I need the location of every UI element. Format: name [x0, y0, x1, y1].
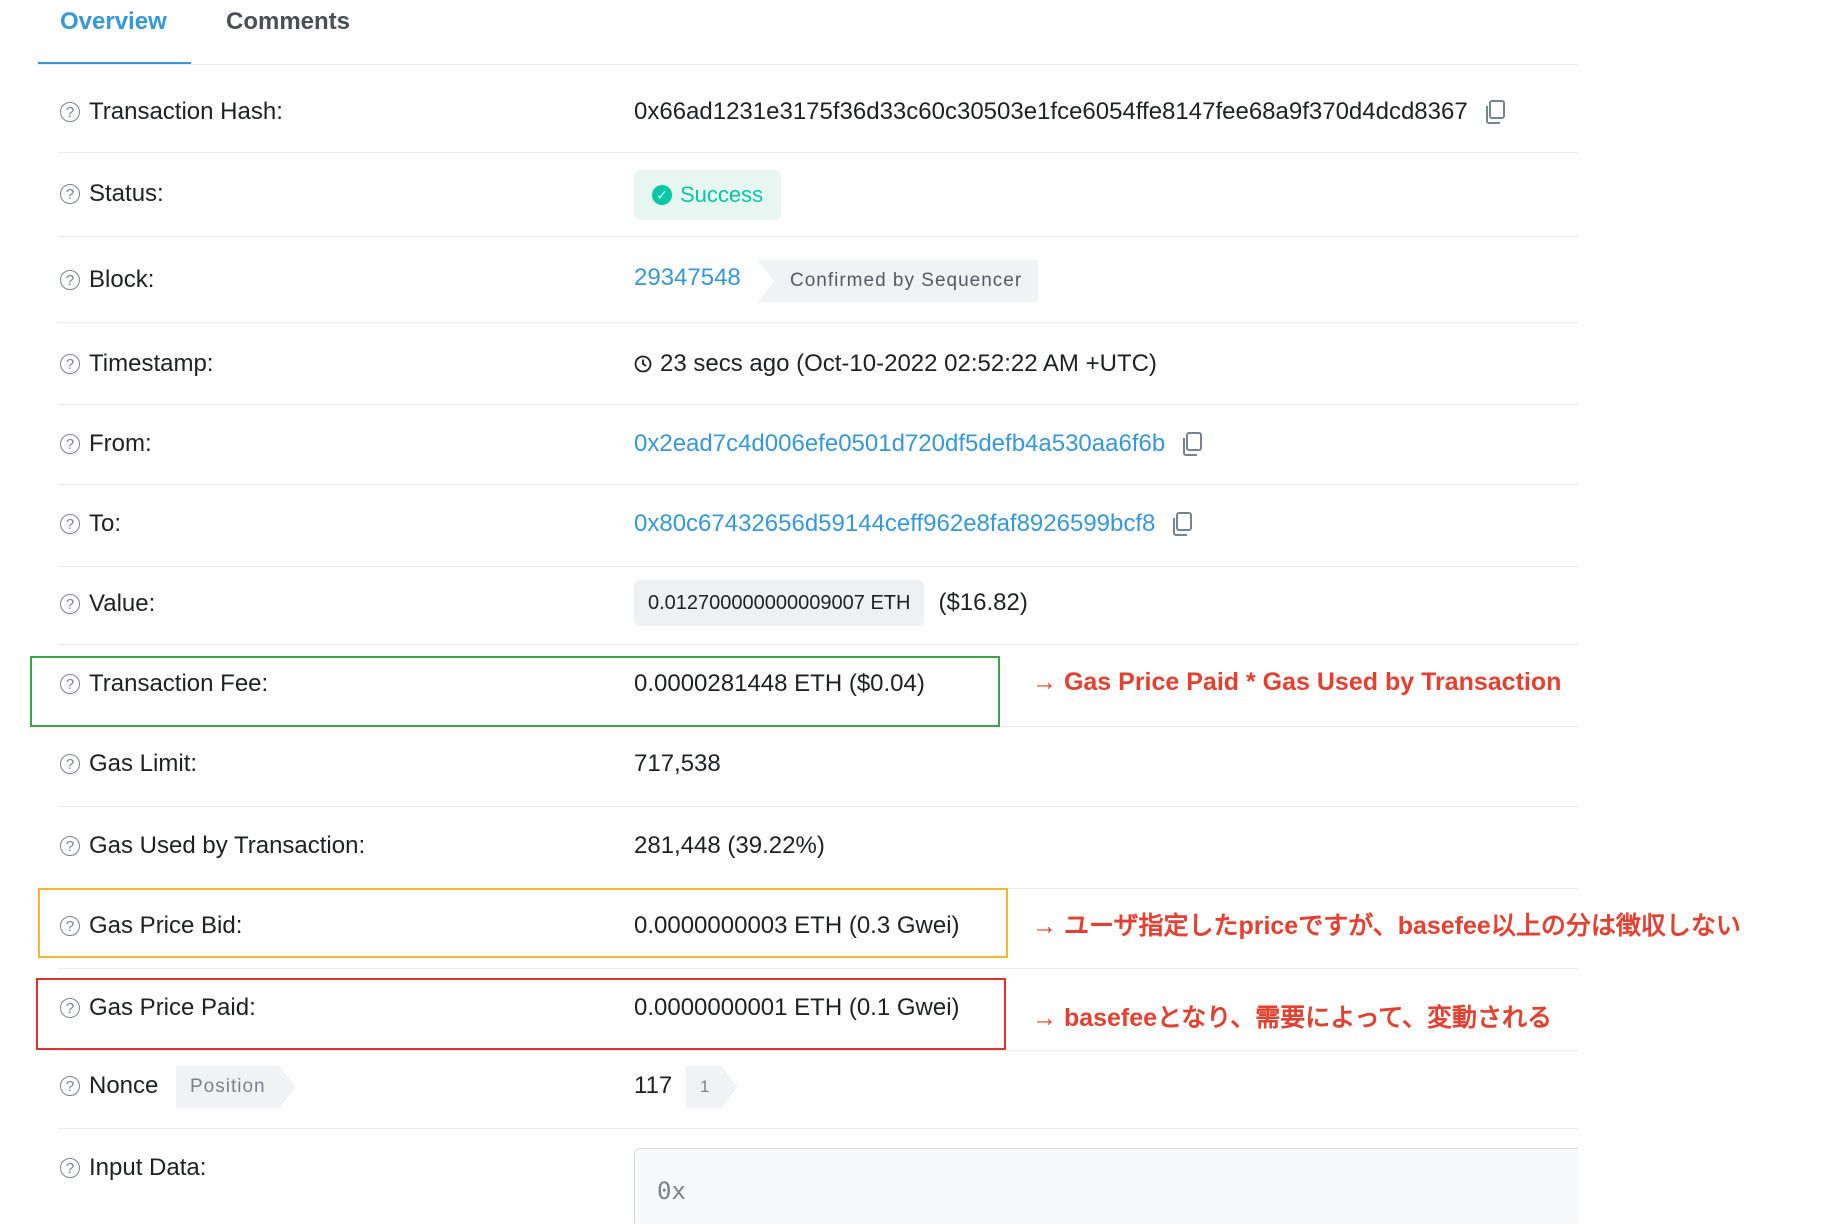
question-circle-icon[interactable]: ?	[60, 836, 80, 856]
question-circle-icon[interactable]: ?	[60, 1158, 80, 1178]
row-divider	[58, 236, 1578, 237]
nonce-position-badge: 1	[686, 1066, 737, 1108]
row-divider	[58, 152, 1578, 153]
from-label: From:	[89, 430, 152, 457]
block-value-row: 29347548	[634, 264, 741, 292]
gas-price-bid-value-row: 0.0000000003 ETH (0.3 Gwei)	[634, 912, 960, 940]
gas-price-paid-label: Gas Price Paid:	[89, 994, 256, 1021]
tab-overview[interactable]: Overview	[60, 8, 167, 36]
timestamp-label-row: ? Timestamp:	[60, 350, 213, 378]
row-divider	[58, 1128, 1578, 1129]
transaction-fee-label-row: ? Transaction Fee:	[60, 670, 268, 698]
copy-icon[interactable]	[1171, 512, 1193, 536]
to-label-row: ? To:	[60, 510, 121, 538]
row-divider	[58, 806, 1578, 807]
timestamp-value: 23 secs ago (Oct-10-2022 02:52:22 AM +UT…	[660, 350, 1157, 377]
question-circle-icon[interactable]: ?	[60, 270, 80, 290]
eth-value-box: 0.012700000000009007 ETH	[634, 580, 925, 626]
block-label: Block:	[89, 266, 155, 293]
nonce-value: 117	[634, 1072, 673, 1099]
transaction-fee-label: Transaction Fee:	[89, 670, 269, 697]
status-label: Status:	[89, 180, 164, 207]
copy-icon[interactable]	[1181, 432, 1203, 456]
row-divider	[58, 322, 1578, 323]
transaction-fee-value-row: 0.0000281448 ETH ($0.04)	[634, 670, 925, 698]
input-data-label: Input Data:	[89, 1154, 207, 1181]
to-label: To:	[89, 510, 122, 537]
check-circle-icon: ✓	[652, 185, 672, 205]
usd-value: ($16.82)	[938, 589, 1028, 616]
question-circle-icon[interactable]: ?	[60, 754, 80, 774]
copy-icon[interactable]	[1484, 100, 1506, 124]
value-label: Value:	[89, 590, 156, 617]
gas-limit-label: Gas Limit:	[89, 750, 198, 777]
status-value: Success	[680, 182, 764, 207]
gas-price-bid-value: 0.0000000003 ETH (0.3 Gwei)	[634, 912, 960, 939]
row-divider	[58, 404, 1578, 405]
to-address-link[interactable]: 0x80c67432656d59144ceff962e8faf8926599bc…	[634, 510, 1155, 538]
confirmed-by-sequencer-badge: Confirmed by Sequencer	[758, 260, 1039, 302]
gas-price-paid-value: 0.0000000001 ETH (0.1 Gwei)	[634, 994, 960, 1021]
row-divider	[58, 1050, 1578, 1051]
nonce-label-row: ? Nonce	[60, 1072, 158, 1100]
value-value-row: 0.012700000000009007 ETH ($16.82)	[634, 580, 1028, 626]
gas-used-value: 281,448 (39.22%)	[634, 832, 825, 859]
gas-limit-value: 717,538	[634, 750, 721, 777]
input-data-textarea[interactable]: 0x	[634, 1148, 1578, 1224]
from-address-link[interactable]: 0x2ead7c4d006efe0501d720df5defb4a530aa6f…	[634, 430, 1165, 458]
gas-limit-label-row: ? Gas Limit:	[60, 750, 197, 778]
clock-icon	[634, 355, 652, 373]
timestamp-label: Timestamp:	[89, 350, 214, 377]
question-circle-icon[interactable]: ?	[60, 514, 80, 534]
gas-price-paid-label-row: ? Gas Price Paid:	[60, 994, 256, 1022]
question-circle-icon[interactable]: ?	[60, 354, 80, 374]
question-circle-icon[interactable]: ?	[60, 594, 80, 614]
gas-used-label: Gas Used by Transaction:	[89, 832, 366, 859]
gas-used-label-row: ? Gas Used by Transaction:	[60, 832, 365, 860]
gas-price-paid-value-row: 0.0000000001 ETH (0.1 Gwei)	[634, 994, 960, 1022]
transaction-fee-value: 0.0000281448 ETH ($0.04)	[634, 670, 925, 697]
question-circle-icon[interactable]: ?	[60, 102, 80, 122]
block-number-link[interactable]: 29347548	[634, 264, 741, 292]
transaction-fee-annotation: → Gas Price Paid * Gas Used by Transacti…	[1032, 668, 1562, 696]
nonce-value-row: 117	[634, 1072, 672, 1100]
block-label-row: ? Block:	[60, 266, 154, 294]
gas-used-value-row: 281,448 (39.22%)	[634, 832, 825, 860]
gas-limit-value-row: 717,538	[634, 750, 721, 778]
question-circle-icon[interactable]: ?	[60, 1076, 80, 1096]
tabs-divider	[38, 64, 1578, 65]
question-circle-icon[interactable]: ?	[60, 674, 80, 694]
question-circle-icon[interactable]: ?	[60, 998, 80, 1018]
row-divider	[58, 644, 1578, 645]
input-data-label-row: ? Input Data:	[60, 1154, 206, 1182]
status-badge: ✓ Success	[634, 170, 782, 220]
to-value-row: 0x80c67432656d59144ceff962e8faf8926599bc…	[634, 510, 1193, 538]
gas-price-bid-label-row: ? Gas Price Bid:	[60, 912, 242, 940]
position-badge: Position	[176, 1066, 296, 1108]
input-data-value: 0x	[657, 1177, 686, 1205]
tab-comments[interactable]: Comments	[226, 8, 350, 36]
gas-price-paid-annotation: → basefeeとなり、需要によって、変動される	[1032, 1004, 1553, 1032]
from-label-row: ? From:	[60, 430, 152, 458]
transaction-hash-value: 0x66ad1231e3175f36d33c60c30503e1fce6054f…	[634, 98, 1468, 125]
status-label-row: ? Status:	[60, 180, 164, 208]
transaction-hash-label-row: ? Transaction Hash:	[60, 98, 283, 126]
row-divider	[58, 968, 1578, 969]
nonce-label: Nonce	[89, 1072, 159, 1099]
question-circle-icon[interactable]: ?	[60, 916, 80, 936]
question-circle-icon[interactable]: ?	[60, 434, 80, 454]
gas-price-bid-label: Gas Price Bid:	[89, 912, 243, 939]
transaction-hash-label: Transaction Hash:	[89, 98, 283, 125]
transaction-hash-value-row: 0x66ad1231e3175f36d33c60c30503e1fce6054f…	[634, 98, 1506, 126]
value-label-row: ? Value:	[60, 590, 155, 618]
timestamp-value-row: 23 secs ago (Oct-10-2022 02:52:22 AM +UT…	[634, 350, 1157, 378]
gas-price-bid-annotation: → ユーザ指定したpriceですが、basefee以上の分は徴収しない	[1032, 912, 1741, 940]
row-divider	[58, 566, 1578, 567]
from-value-row: 0x2ead7c4d006efe0501d720df5defb4a530aa6f…	[634, 430, 1203, 458]
question-circle-icon[interactable]: ?	[60, 184, 80, 204]
row-divider	[58, 484, 1578, 485]
